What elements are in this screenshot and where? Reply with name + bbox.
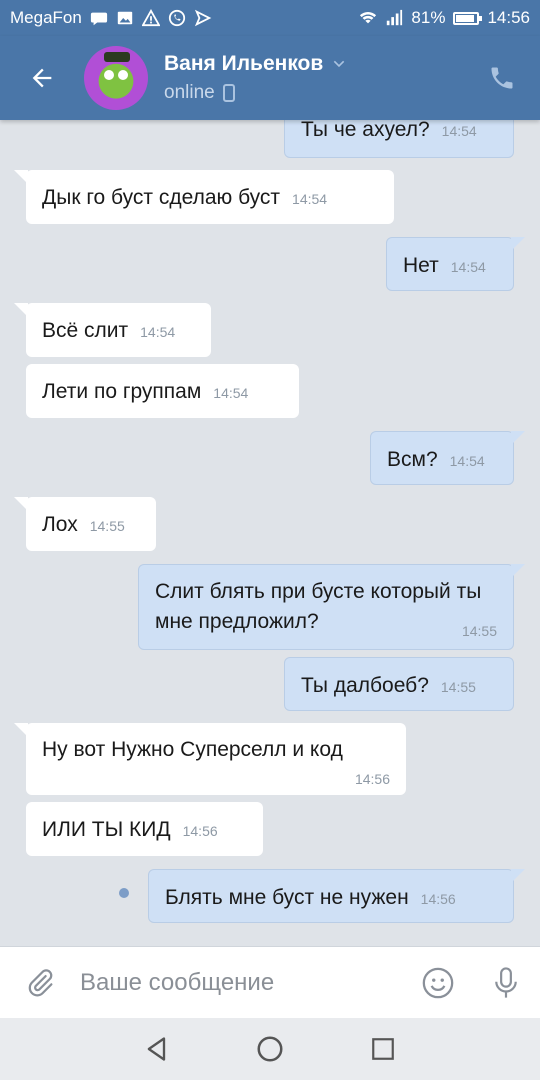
message-bubble-outgoing[interactable]: Ты далбоеб? 14:55 (284, 657, 514, 711)
smiley-icon (422, 967, 454, 998)
image-icon (117, 11, 133, 25)
attach-button[interactable] (0, 947, 80, 1019)
whatsapp-icon (168, 9, 185, 27)
send-app-icon (194, 9, 212, 27)
circle-home-icon (257, 1036, 283, 1062)
chat-bubble-icon (90, 12, 107, 26)
message-bubble-incoming[interactable]: Ну вот Нужно Суперселл и код 14:56 (14, 723, 406, 795)
battery-percent: 81% (411, 8, 446, 27)
phone-icon (491, 67, 513, 89)
triangle-back-icon (147, 1037, 165, 1061)
mobile-phone-icon (222, 84, 235, 102)
message-bubble-incoming[interactable]: Лети по группам 14:54 (26, 364, 299, 418)
call-button[interactable] (464, 36, 540, 120)
carrier-label: MegaFon (10, 8, 82, 27)
arrow-left-icon (32, 68, 52, 88)
message-bubble-incoming[interactable]: Всё слит 14:54 (14, 303, 211, 357)
clock: 14:56 (487, 8, 530, 27)
message-bubble-incoming[interactable]: Лох 14:55 (14, 497, 156, 551)
wifi-icon (360, 12, 377, 24)
status-bar: MegaFon 81% 14:56 (0, 0, 540, 36)
message-bubble-outgoing[interactable]: Нет 14:54 (386, 237, 525, 291)
message-list[interactable]: Ты че ахуел? 14:54 Дык го буст сделаю бус… (0, 120, 540, 946)
nav-home-button[interactable] (250, 1029, 290, 1069)
message-bubble-outgoing[interactable]: Всм? 14:54 (370, 431, 525, 485)
microphone-icon (495, 966, 517, 998)
contact-name: Ваня Ильенков (164, 52, 324, 75)
system-nav-bar (0, 1018, 540, 1080)
message-bubble-outgoing[interactable]: Блять мне буст не нужен 14:56 (148, 869, 525, 923)
back-button[interactable] (0, 36, 84, 120)
square-recents-icon (372, 1038, 395, 1060)
message-bubble-incoming[interactable]: Дык го буст сделаю буст 14:54 (14, 170, 394, 224)
contact-status: online (164, 82, 215, 103)
message-bubble-outgoing[interactable]: Ты че ахуел? 14:54 (284, 120, 514, 158)
emoji-button[interactable] (404, 947, 472, 1019)
contact-info[interactable]: Ваня Ильенков online (164, 52, 464, 104)
nav-recents-button[interactable] (363, 1029, 403, 1069)
chat-header: Ваня Ильенков online (0, 36, 540, 120)
message-input[interactable] (80, 968, 404, 997)
unread-indicator (119, 888, 129, 898)
message-bubble-incoming[interactable]: ИЛИ ТЫ КИД 14:56 (26, 802, 263, 856)
warning-icon (141, 9, 160, 27)
voice-record-button[interactable] (472, 947, 540, 1019)
chevron-down-icon (334, 60, 345, 68)
battery-icon (453, 11, 483, 25)
paperclip-icon (28, 968, 53, 996)
avatar[interactable] (84, 46, 148, 110)
message-composer (0, 946, 540, 1018)
signal-icon (387, 9, 403, 26)
message-bubble-outgoing[interactable]: Слит блять при бусте который ты мне пред… (138, 564, 525, 650)
nav-back-button[interactable] (137, 1029, 177, 1069)
